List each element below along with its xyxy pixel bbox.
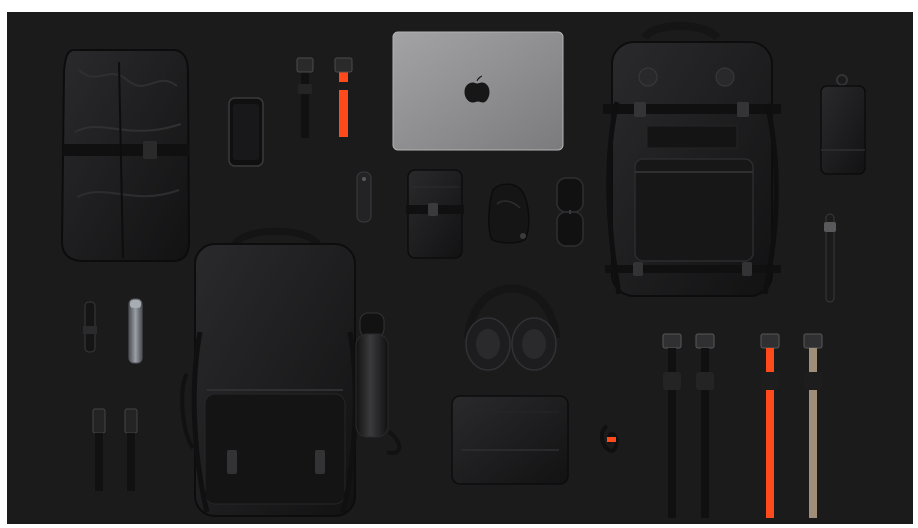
packable-duffel bbox=[60, 49, 191, 262]
water-bottle bbox=[355, 312, 402, 455]
tech-pouch bbox=[451, 395, 569, 485]
laptop bbox=[392, 31, 564, 151]
pocket-knife bbox=[356, 171, 372, 223]
pen bbox=[824, 213, 836, 303]
flatlay-photo bbox=[60, 22, 866, 518]
stuff-sack bbox=[488, 183, 530, 244]
toiletry-roll bbox=[406, 169, 464, 259]
photo-frame bbox=[7, 12, 913, 524]
large-backpack bbox=[603, 22, 781, 297]
headphones bbox=[464, 284, 560, 371]
compression-straps bbox=[662, 333, 823, 518]
webbing-straps bbox=[296, 57, 353, 138]
small-pouch bbox=[820, 74, 866, 175]
sunglasses bbox=[556, 177, 584, 247]
daypack bbox=[180, 227, 358, 517]
cable-organizer bbox=[600, 424, 619, 453]
flashlight bbox=[128, 298, 143, 364]
smartphone bbox=[228, 97, 264, 167]
